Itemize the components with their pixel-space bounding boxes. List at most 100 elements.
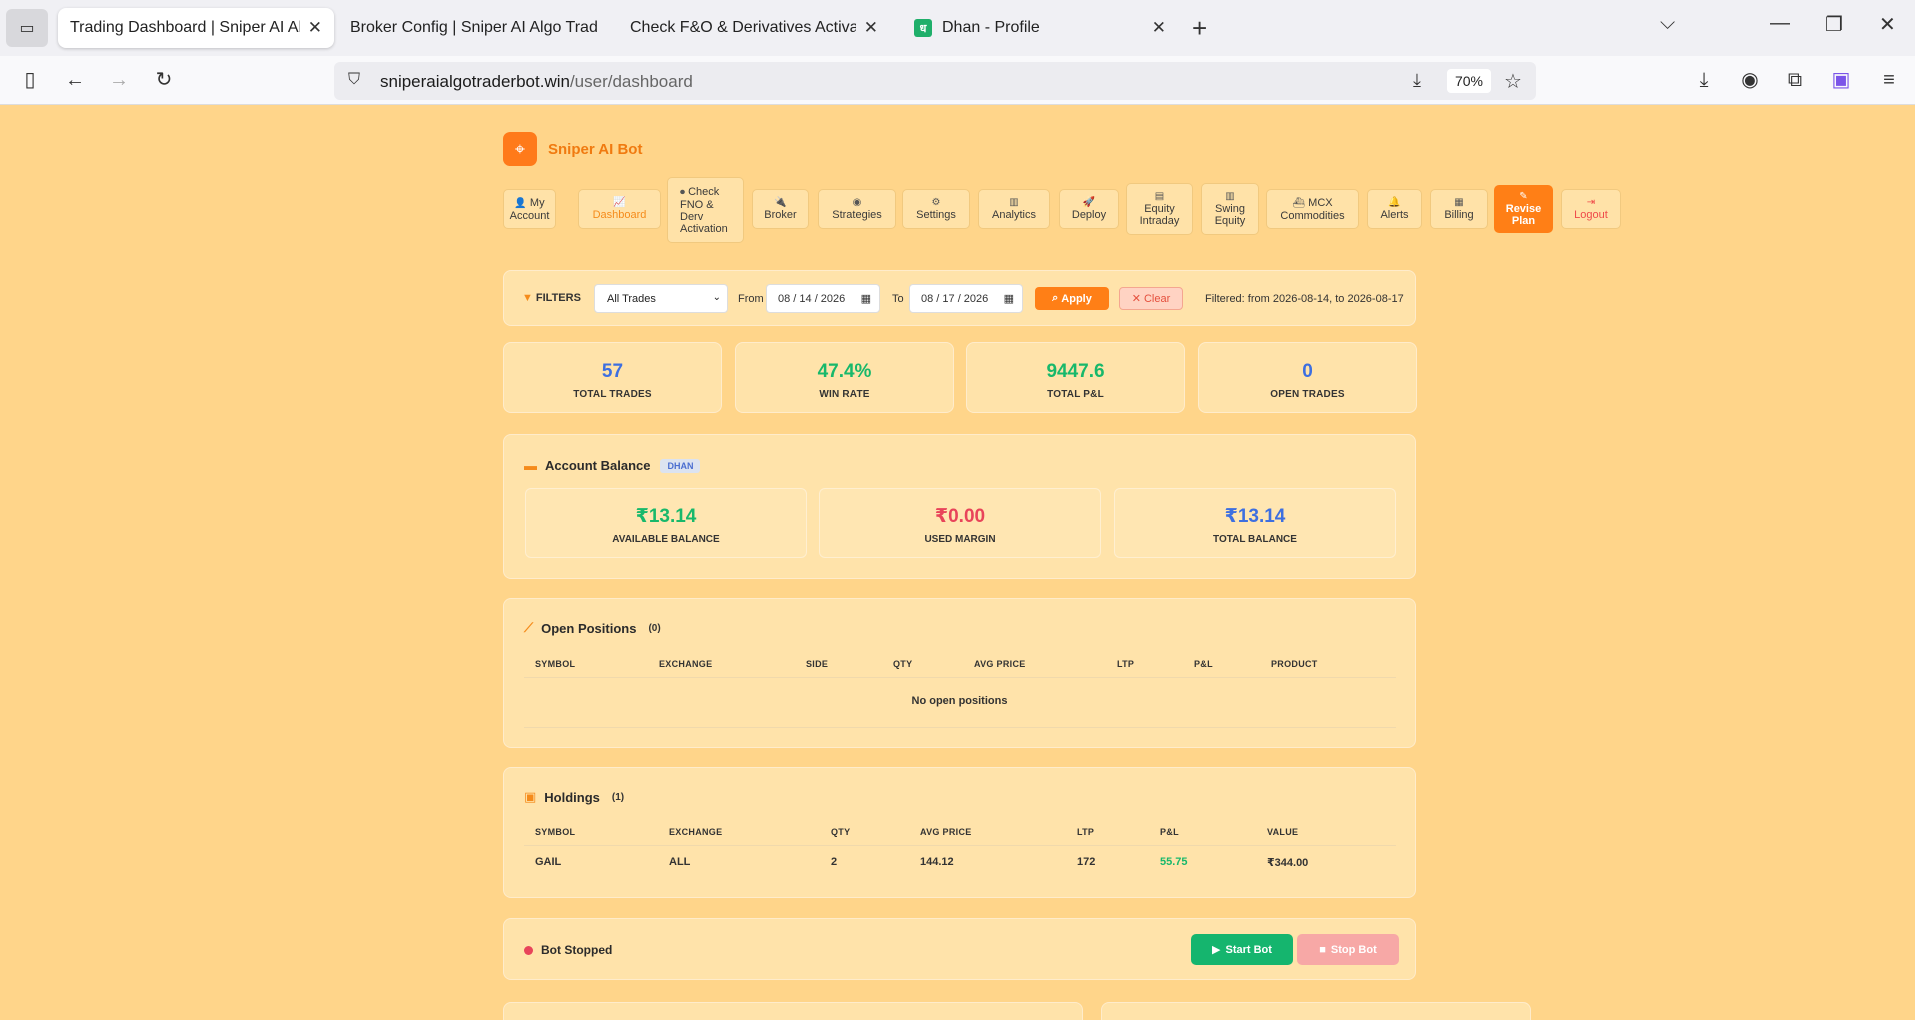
reload-icon[interactable]: ↻ [151,68,177,92]
user-icon: 👤 [514,197,527,209]
menu-equity-intraday-button[interactable]: ▤ Equity Intraday [1126,183,1193,235]
menu-my-account-button[interactable]: 👤 My Account [503,189,556,229]
menu-alerts-button[interactable]: 🔔 Alerts [1367,189,1422,229]
browser-tab-fno-check[interactable]: Check F&O & Derivatives Activation ✕ [618,8,890,48]
url-text: sniperaialgotraderbot.win/user/dashboard [380,72,693,92]
invoice-icon: ▦ [1454,197,1464,208]
bell-icon: 🔔 [1388,197,1401,208]
address-bar[interactable]: ⛉ sniperaialgotraderbot.win/user/dashboa… [334,62,1536,100]
tabs-icon: ▭ [19,20,35,37]
menu-analytics-button[interactable]: ▥ Analytics [978,189,1050,229]
table-divider [524,727,1396,728]
close-icon[interactable]: ✕ [308,18,322,38]
column-header: LTP [1117,659,1135,669]
open-positions-card: ⟋ Open Positions (0) SYMBOL EXCHANGE SID… [503,598,1416,748]
status-dot-icon [524,946,533,955]
total-balance-box: ₹13.14 TOTAL BALANCE [1114,488,1396,558]
dhan-favicon-icon: ध [914,19,932,37]
balance-label: TOTAL BALANCE [1213,534,1297,545]
tab-title: Check F&O & Derivatives Activation [630,19,856,36]
back-arrow-icon[interactable]: ← [62,68,88,92]
new-tab-button[interactable]: + [1192,12,1207,44]
cell-qty: 2 [831,856,838,868]
trade-type-select[interactable]: All Trades ⌄ [594,284,728,313]
extension-app-icon[interactable]: ▣ [1828,68,1854,92]
downloads-icon[interactable]: ⤓ [1691,68,1717,92]
cell-ltp: 172 [1077,856,1096,868]
close-icon[interactable]: ✕ [864,18,878,38]
column-header: QTY [831,827,851,837]
tab-title: Broker Config | Sniper AI Algo Trade [350,19,598,36]
calendar-icon[interactable]: ▦ [1004,292,1014,305]
ship-icon: ⛴ [1292,197,1306,209]
extensions-icon[interactable]: ⧉ [1782,68,1808,92]
menu-strategies-button[interactable]: ◉ Strategies [818,189,896,229]
account-balance-card: ▬ Account Balance DHAN ₹13.14 AVAILABLE … [503,434,1416,579]
menu-swing-equity-button[interactable]: ▥ Swing Equity [1201,183,1259,235]
menu-mcx-commodities-button[interactable]: ⛴ MCX Commodities [1266,189,1359,229]
menu-settings-button[interactable]: ⚙ Settings [902,189,970,229]
menu-label-line2: Account [509,209,550,222]
forward-arrow-icon[interactable]: → [106,68,132,92]
menu-dashboard-button[interactable]: 📈 Dashboard [578,189,661,229]
logout-icon: ⇥ [1586,197,1596,208]
play-icon: ▶ [1212,944,1221,956]
zoom-level-badge[interactable]: 70% [1447,69,1491,93]
menu-label-line1: Check [688,185,720,198]
clear-filter-button[interactable]: ✕ Clear [1119,287,1183,310]
menu-label-line1: Revise [1505,203,1542,215]
filter-status-text: Filtered: from 2026-08-14, to 2026-08-17 [1205,293,1404,305]
minimize-icon[interactable]: — [1770,12,1790,35]
lower-card-left [503,1002,1083,1020]
menu-check-fno-button[interactable]: ⏺ Check FNO & Derv Activation [667,177,744,243]
tab-list-chevron-down-icon[interactable]: ⌵ [1660,12,1675,35]
stat-value: 0 [1302,361,1313,382]
save-page-download-icon[interactable]: ⤓ [1413,70,1421,91]
menu-revise-plan-button[interactable]: ✎ Revise Plan [1494,185,1553,233]
menu-label-line2: Commodities [1280,209,1345,222]
stat-value: 9447.6 [1046,361,1105,382]
menu-hamburger-icon[interactable]: ≡ [1876,68,1902,92]
brand-header[interactable]: ⌖ Sniper AI Bot [503,132,642,166]
close-icon[interactable]: ✕ [1152,18,1166,38]
menu-label-line2: Equity [1214,215,1246,227]
brand-name: Sniper AI Bot [548,140,643,158]
search-icon: ⌕ [1052,292,1059,304]
crosshair-logo-icon: ⌖ [503,132,537,166]
column-header: LTP [1077,827,1095,837]
bar-chart-icon: ▥ [1225,191,1235,202]
menu-billing-button[interactable]: ▦ Billing [1430,189,1488,229]
cell-avg-price: 144.12 [920,856,954,868]
sidebar-toggle-icon[interactable]: ▯ [17,68,43,92]
from-date-input[interactable]: 08 / 14 / 2026 ▦ [766,284,880,313]
menu-broker-button[interactable]: 🔌 Broker [752,189,809,229]
bookmark-star-icon[interactable]: ☆ [1504,69,1522,94]
cell-value: ₹344.00 [1267,857,1309,869]
site-security-shield-icon[interactable]: ⛉ [348,71,360,89]
trade-type-value: All Trades [607,293,656,305]
stat-total-pnl: 9447.6 TOTAL P&L [966,342,1185,413]
bot-control-card: Bot Stopped ▶ Start Bot ■ Stop Bot [503,918,1416,980]
cell-pnl: 55.75 [1160,856,1188,868]
account-icon[interactable]: ◉ [1737,68,1763,92]
analytics-icon: ▥ [1009,197,1019,208]
browser-tab-dhan-profile[interactable]: ध Dhan - Profile ✕ [902,8,1178,48]
browser-tab-broker-config[interactable]: Broker Config | Sniper AI Algo Trade [338,8,610,48]
used-margin-box: ₹0.00 USED MARGIN [819,488,1101,558]
stop-bot-button[interactable]: ■ Stop Bot [1297,934,1399,965]
restore-icon[interactable]: ❐ [1825,12,1843,37]
apply-filter-button[interactable]: ⌕ Apply [1035,287,1109,310]
window-close-icon[interactable]: ✕ [1879,12,1896,37]
menu-deploy-button[interactable]: 🚀 Deploy [1059,189,1119,229]
start-bot-button[interactable]: ▶ Start Bot [1191,934,1293,965]
browser-tab-trading-dashboard[interactable]: Trading Dashboard | Sniper AI Algo ✕ [58,8,334,48]
gear-icon: ⚙ [931,197,941,208]
tab-overview-button[interactable]: ▭ [6,9,48,47]
line-chart-icon: ▤ [1154,191,1165,202]
browser-nav-bar: ▯ ← → ↻ ⛉ sniperaialgotraderbot.win/user… [0,56,1915,105]
to-date-input[interactable]: 08 / 17 / 2026 ▦ [909,284,1023,313]
menu-logout-button[interactable]: ⇥ Logout [1561,189,1621,229]
calendar-icon[interactable]: ▦ [861,292,871,305]
balance-value: ₹0.00 [934,506,986,527]
url-domain: sniperaialgotraderbot.win [380,72,570,91]
